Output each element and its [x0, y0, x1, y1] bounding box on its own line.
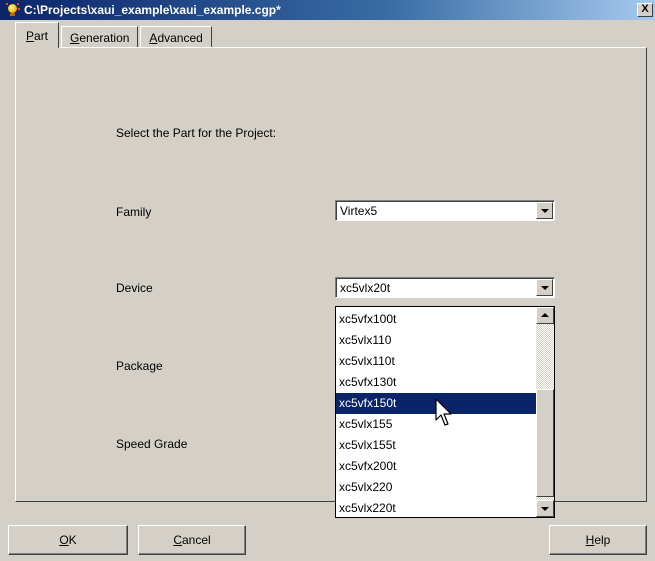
- cancel-button[interactable]: Cancel: [138, 525, 246, 555]
- dropdown-scrollbar[interactable]: [536, 307, 554, 517]
- speed-grade-label: Speed Grade: [116, 437, 188, 451]
- family-label: Family: [116, 205, 152, 219]
- family-select[interactable]: Virtex5: [335, 200, 555, 221]
- tab-label: Advanced: [149, 30, 203, 45]
- list-item[interactable]: xc5vfx130t: [336, 372, 536, 393]
- mouse-pointer-icon: [435, 398, 452, 426]
- device-label: Device: [116, 281, 153, 295]
- list-item[interactable]: xc5vfx100t: [336, 309, 536, 330]
- list-item[interactable]: xc5vlx110: [336, 330, 536, 351]
- list-item[interactable]: xc5vfx200t: [336, 456, 536, 477]
- list-item[interactable]: xc5vlx220t: [336, 498, 536, 517]
- tab-label: Part: [26, 28, 49, 43]
- title-bar: C:\Projects\xaui_example\xaui_example.cg…: [0, 0, 655, 20]
- tab-advanced[interactable]: Advanced: [140, 26, 212, 48]
- chevron-down-icon[interactable]: [536, 202, 553, 219]
- device-select[interactable]: xc5vlx20t: [335, 277, 555, 298]
- family-value: Virtex5: [340, 204, 378, 218]
- device-value: xc5vlx20t: [340, 281, 391, 295]
- scroll-thumb[interactable]: [536, 389, 554, 497]
- ok-label: OK: [59, 533, 77, 547]
- tab-part[interactable]: Part: [15, 22, 60, 48]
- list-item[interactable]: xc5vlx220: [336, 477, 536, 498]
- help-button[interactable]: Help: [549, 525, 647, 555]
- lightbulb-icon: [6, 3, 20, 17]
- cancel-label: Cancel: [173, 533, 211, 547]
- window-title: C:\Projects\xaui_example\xaui_example.cg…: [24, 3, 281, 17]
- close-button[interactable]: X: [637, 3, 653, 17]
- part-heading: Select the Part for the Project:: [116, 126, 277, 140]
- scroll-down-button[interactable]: [536, 500, 554, 517]
- chevron-down-icon[interactable]: [536, 279, 553, 296]
- tab-strip: Part Generation Advanced: [15, 22, 214, 48]
- list-item[interactable]: xc5vlx155t: [336, 435, 536, 456]
- scroll-up-button[interactable]: [536, 307, 554, 324]
- help-label: Help: [585, 533, 611, 547]
- list-item[interactable]: xc5vlx110t: [336, 351, 536, 372]
- tab-generation[interactable]: Generation: [61, 26, 139, 48]
- tab-label: Generation: [70, 30, 130, 45]
- ok-button[interactable]: OK: [8, 525, 128, 555]
- package-label: Package: [116, 359, 163, 373]
